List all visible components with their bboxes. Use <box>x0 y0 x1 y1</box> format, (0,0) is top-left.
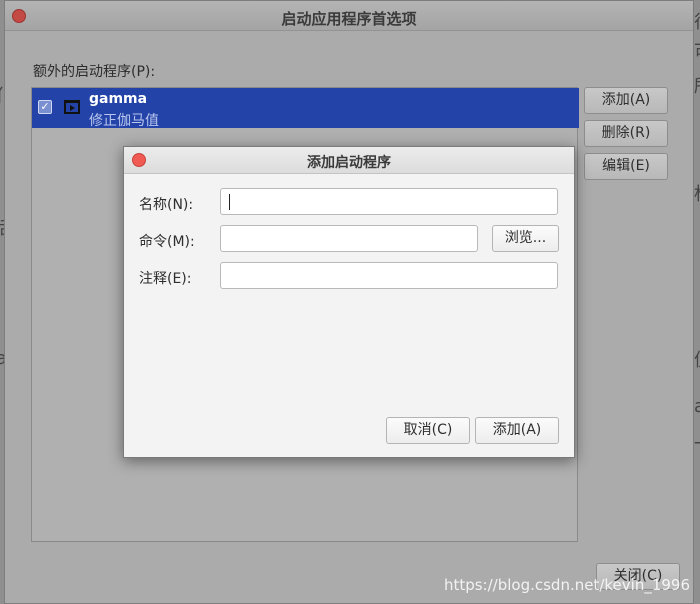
comment-input[interactable] <box>220 262 558 289</box>
background-page-fragment: 所 <box>694 78 700 96</box>
item-name: gamma <box>89 91 148 107</box>
text-cursor <box>229 194 230 210</box>
application-icon <box>64 100 80 114</box>
name-input[interactable] <box>220 188 558 215</box>
browse-button[interactable]: 浏览... <box>492 225 559 252</box>
comment-label: 注释(E): <box>139 271 192 287</box>
add-button[interactable]: 添加(A) <box>584 87 668 114</box>
background-page-fragment: 一 <box>694 436 700 454</box>
background-page-fragment: 值 <box>694 352 700 370</box>
dialog-add-button[interactable]: 添加(A) <box>475 417 559 444</box>
name-label: 名称(N): <box>139 197 194 213</box>
remove-button[interactable]: 删除(R) <box>584 120 668 147</box>
item-comment: 修正伽马值 <box>89 113 159 129</box>
main-titlebar: 启动应用程序首选项 <box>5 1 693 31</box>
startup-programs-label: 额外的启动程序(P): <box>33 64 156 80</box>
add-startup-program-dialog: 添加启动程序 名称(N): 命令(M): 浏览... 注释(E): 取消(C) … <box>123 146 575 458</box>
watermark: https://blog.csdn.net/kevin_1996 <box>443 576 690 594</box>
background-page-fragment: 可 <box>694 44 700 62</box>
background-page-fragment: 徉 <box>694 14 700 32</box>
dialog-title: 添加启动程序 <box>307 155 391 171</box>
list-item[interactable]: ✓ gamma 修正伽马值 <box>32 88 579 129</box>
main-window-title: 启动应用程序首选项 <box>281 10 417 28</box>
background-page-fragment: 标 <box>694 186 700 204</box>
background-page-fragment: a <box>694 396 700 417</box>
dialog-titlebar: 添加启动程序 <box>124 147 574 174</box>
command-input[interactable] <box>220 225 478 252</box>
cancel-button[interactable]: 取消(C) <box>386 417 470 444</box>
background-page-fragment: ] <box>0 58 1 76</box>
edit-button[interactable]: 编辑(E) <box>584 153 668 180</box>
command-label: 命令(M): <box>139 234 195 250</box>
enabled-checkbox[interactable]: ✓ <box>38 100 52 114</box>
